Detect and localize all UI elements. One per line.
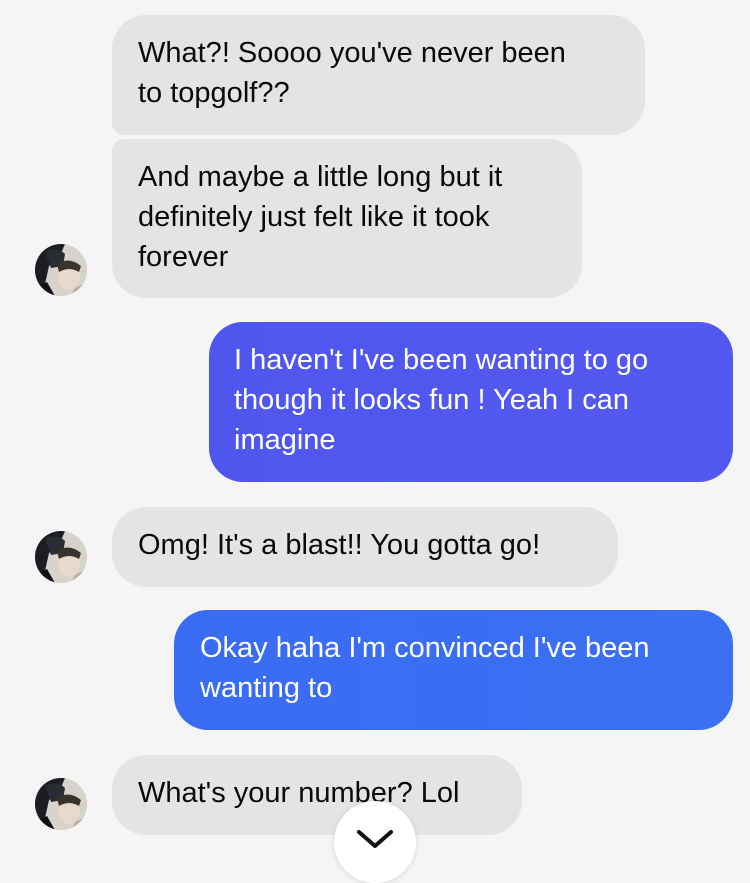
contact-avatar[interactable] (35, 778, 87, 830)
message-text-line: What?! Soooo you've never been (138, 37, 566, 69)
avatar-photo-icon (35, 244, 87, 296)
message-text-line: though it looks fun ! Yeah I can (234, 384, 630, 416)
message-text-line: What's your number? Lol (138, 777, 460, 809)
message-text-line: definitely just felt like it took (138, 201, 490, 233)
message-text-line: forever (138, 241, 229, 273)
incoming-message-bubble[interactable]: What?! Soooo you've never been to topgol… (112, 15, 645, 135)
outgoing-message-bubble[interactable]: Okay haha I'm convinced I've been wantin… (174, 610, 733, 730)
chevron-down-icon (357, 830, 393, 848)
incoming-message-bubble[interactable]: What's your number? Lol (112, 755, 522, 835)
message-text-line: And maybe a little long but it (138, 161, 503, 193)
message-text-line: Okay haha I'm convinced I've been (200, 632, 650, 664)
avatar-photo-icon (35, 531, 87, 583)
outgoing-message-bubble[interactable]: I haven't I've been wanting to go though… (209, 322, 733, 482)
contact-avatar[interactable] (35, 531, 87, 583)
message-text-line: imagine (234, 424, 336, 456)
avatar-photo-icon (35, 778, 87, 830)
incoming-message-bubble[interactable]: And maybe a little long but it definitel… (112, 139, 582, 298)
contact-avatar[interactable] (35, 244, 87, 296)
message-text-line: I haven't I've been wanting to go (234, 344, 649, 376)
message-text-line: Omg! It's a blast!! You gotta go! (138, 529, 541, 561)
scroll-to-bottom-button[interactable] (334, 801, 416, 883)
message-text-line: wanting to (200, 672, 333, 704)
message-text-line: to topgolf?? (138, 77, 290, 109)
incoming-message-bubble[interactable]: Omg! It's a blast!! You gotta go! (112, 507, 618, 587)
message-thread[interactable]: What?! Soooo you've never been to topgol… (0, 0, 750, 883)
